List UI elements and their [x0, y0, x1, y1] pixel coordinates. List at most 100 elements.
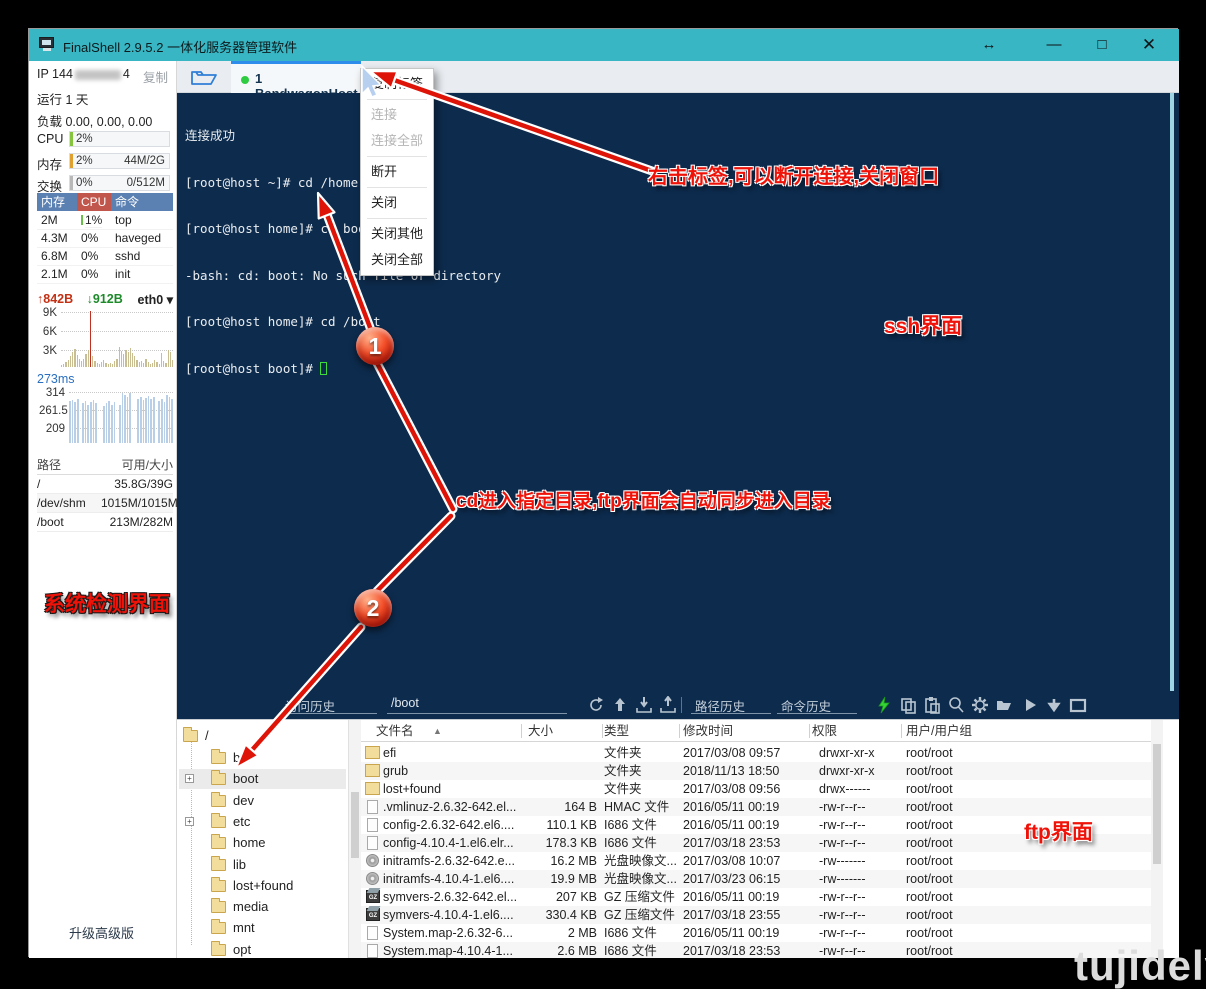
- file-row[interactable]: GZ symvers-2.6.32-642.el...207 KBGZ 压缩文件…: [361, 888, 1151, 906]
- tree-item-dev[interactable]: dev: [179, 791, 346, 811]
- file-row[interactable]: grub文件夹2018/11/13 18:50drwxr-xr-xroot/ro…: [361, 762, 1151, 780]
- col-mtime[interactable]: 修改时间: [683, 720, 733, 742]
- access-history-field[interactable]: 访问历史: [281, 696, 377, 714]
- folder-icon: [211, 944, 226, 956]
- copy-ip-button[interactable]: 复制: [143, 67, 168, 86]
- file-row[interactable]: .vmlinuz-2.6.32-642.el...164 BHMAC 文件201…: [361, 798, 1151, 816]
- file-icon: [367, 800, 378, 814]
- terminal-output: 连接成功 [root@host ~]# cd /home [root@host …: [185, 97, 501, 407]
- lightning-icon[interactable]: [875, 696, 893, 714]
- tree-item-etc[interactable]: + etc: [179, 812, 346, 832]
- gear-icon[interactable]: [971, 696, 989, 714]
- terminal-line: -bash: cd: boot: No such file or directo…: [185, 268, 501, 284]
- tree-item-lost-found[interactable]: lost+found: [179, 876, 346, 896]
- file-row[interactable]: initramfs-4.10.4-1.el6....19.9 MB光盘映像文..…: [361, 870, 1151, 888]
- network-stats: ↑842B ↓912B eth0 ▾: [37, 292, 173, 308]
- menu-item-close-all[interactable]: 关闭全部: [361, 247, 433, 273]
- folder-icon: [183, 730, 198, 742]
- close-button[interactable]: ✕: [1129, 29, 1169, 61]
- file-row[interactable]: initramfs-2.6.32-642.e...16.2 MB光盘映像文...…: [361, 852, 1151, 870]
- menu-item-copy-tab[interactable]: 复制标签: [361, 71, 433, 97]
- memory-gauge: 内存 2%44M/2G: [37, 153, 170, 170]
- file-row[interactable]: lost+found文件夹2017/03/08 09:56drwx------r…: [361, 780, 1151, 798]
- open-folder-icon[interactable]: [995, 696, 1013, 714]
- upgrade-link[interactable]: 升级高级版: [69, 923, 134, 942]
- window-icon[interactable]: [1069, 696, 1087, 714]
- minimize-button[interactable]: —: [1034, 29, 1074, 61]
- open-connection-icon[interactable]: [189, 66, 219, 88]
- menu-item-disconnect[interactable]: 断开: [361, 159, 433, 185]
- directory-tree: / bin + boot dev + etc: [177, 720, 349, 958]
- search-icon[interactable]: [947, 696, 965, 714]
- disk-table: 路径 可用/大小 / 35.8G/39G /dev/shm 1015M/1015…: [37, 456, 173, 532]
- tree-item-boot[interactable]: + boot: [179, 769, 346, 789]
- disc-image-icon: [366, 872, 379, 885]
- file-row[interactable]: GZ symvers-4.10.4-1.el6....330.4 KBGZ 压缩…: [361, 906, 1151, 924]
- resize-icon[interactable]: ↔: [969, 29, 1009, 61]
- tree-item-media[interactable]: media: [179, 897, 346, 917]
- run-icon[interactable]: [1021, 696, 1039, 714]
- cpu-gauge-label: CPU: [37, 132, 63, 146]
- download-icon[interactable]: [635, 696, 653, 714]
- process-table: 内存 CPU 命令 2M 1% top 4.3M 0% haveged 6.8M…: [37, 193, 173, 283]
- process-table-header: 内存 CPU 命令: [37, 193, 173, 211]
- command-history-field[interactable]: 命令历史: [777, 696, 857, 714]
- tree-item-lib[interactable]: lib: [179, 855, 346, 875]
- download-rate: 912B: [93, 292, 123, 306]
- process-row[interactable]: 2M 1% top: [37, 211, 173, 229]
- ip-row: IP 1444 复制: [37, 67, 170, 83]
- tree-item-root[interactable]: /: [179, 726, 346, 746]
- file-row[interactable]: System.map-2.6.32-6...2 MBI686 文件2016/05…: [361, 924, 1151, 942]
- annotation-cd-tip: cd进入指定目录,ftp界面会自动同步进入目录: [456, 486, 831, 513]
- col-type[interactable]: 类型: [604, 720, 629, 742]
- annotation-sysmon: 系统检测界面: [44, 588, 170, 618]
- screenshot-canvas: FinalShell 2.9.5.2 一体化服务器管理软件 ↔ — □ ✕ IP…: [0, 0, 1206, 989]
- memory-gauge-label: 内存: [37, 154, 62, 173]
- disk-row[interactable]: /boot 213M/282M: [37, 513, 173, 532]
- memory-percent: 2%: [76, 155, 93, 167]
- col-perm[interactable]: 权限: [812, 720, 837, 742]
- terminal-line: 连接成功: [185, 128, 501, 144]
- file-list-header[interactable]: 文件名 ▲ 大小 类型 修改时间 权限 用户/用户组: [361, 720, 1151, 742]
- menu-separator: [367, 99, 427, 100]
- tree-item-bin[interactable]: bin: [179, 748, 346, 768]
- refresh-icon[interactable]: [587, 696, 605, 714]
- path-history-field[interactable]: 路径历史: [691, 696, 771, 714]
- file-row[interactable]: efi文件夹2017/03/08 09:57drwxr-xr-xroot/roo…: [361, 744, 1151, 762]
- process-row[interactable]: 2.1M 0% init: [37, 265, 173, 283]
- process-row[interactable]: 6.8M 0% sshd: [37, 247, 173, 265]
- file-list-scrollbar[interactable]: [1151, 720, 1163, 958]
- process-row[interactable]: 4.3M 0% haveged: [37, 229, 173, 247]
- ping-current: 273ms: [37, 372, 75, 386]
- interface-selector[interactable]: eth0 ▾: [138, 292, 173, 307]
- paste-icon[interactable]: [923, 696, 941, 714]
- folder-icon: [211, 752, 226, 764]
- folder-icon: [365, 746, 380, 759]
- disk-row[interactable]: / 35.8G/39G: [37, 475, 173, 494]
- menu-separator: [367, 156, 427, 157]
- col-size[interactable]: 大小: [528, 720, 553, 742]
- maximize-button[interactable]: □: [1082, 29, 1122, 61]
- annotation-tab-tip: 右击标签,可以断开连接,关闭窗口: [648, 160, 939, 189]
- tree-item-mnt[interactable]: mnt: [179, 918, 346, 938]
- parent-dir-icon[interactable]: [611, 696, 629, 714]
- tab-bandwagonhost[interactable]: 1 BandwagonHost: [231, 61, 361, 93]
- down-arrow-icon[interactable]: [1045, 696, 1063, 714]
- col-owner[interactable]: 用户/用户组: [906, 720, 972, 742]
- col-name[interactable]: 文件名: [376, 720, 414, 742]
- tree-scrollbar[interactable]: [349, 720, 361, 958]
- swap-gauge: 交换 0%0/512M: [37, 175, 170, 192]
- menu-item-close[interactable]: 关闭: [361, 190, 433, 216]
- tree-item-home[interactable]: home: [179, 833, 346, 853]
- upload-icon[interactable]: [659, 696, 677, 714]
- file-row[interactable]: System.map-4.10.4-1...2.6 MBI686 文件2017/…: [361, 942, 1151, 958]
- expand-icon[interactable]: +: [185, 817, 194, 826]
- expand-icon[interactable]: +: [185, 774, 194, 783]
- cpu-gauge: CPU 2%: [37, 131, 170, 148]
- copy-icon[interactable]: [899, 696, 917, 714]
- path-field[interactable]: /boot: [387, 696, 567, 714]
- disk-row[interactable]: /dev/shm 1015M/1015M: [37, 494, 173, 513]
- ip-label: IP 144: [37, 67, 73, 81]
- menu-item-close-others[interactable]: 关闭其他: [361, 221, 433, 247]
- tree-item-opt[interactable]: opt: [179, 940, 346, 958]
